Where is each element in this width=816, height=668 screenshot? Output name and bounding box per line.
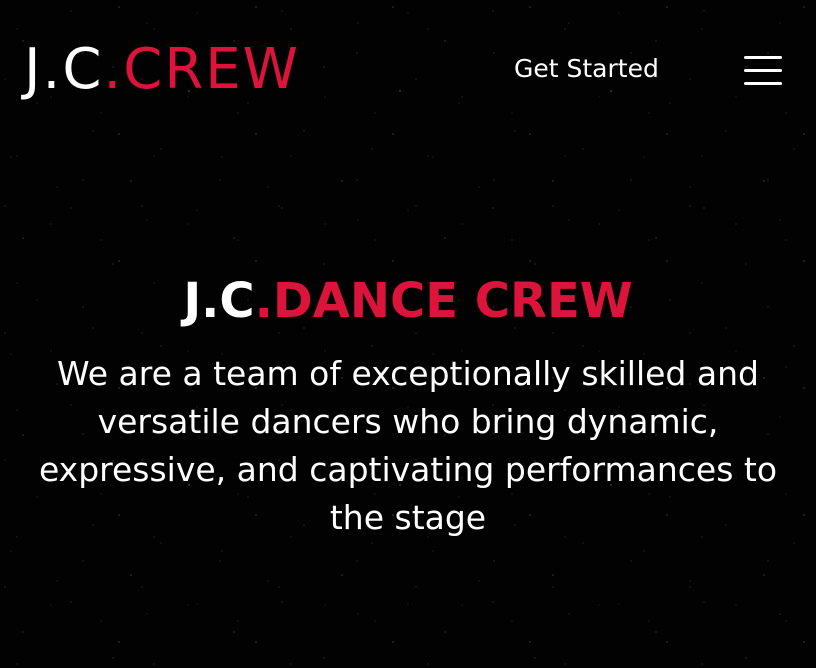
menu-line	[744, 69, 782, 72]
get-started-link[interactable]: Get Started	[514, 53, 659, 85]
hamburger-menu-icon[interactable]	[740, 50, 784, 90]
hero-description: We are a team of exceptionally skilled a…	[38, 354, 778, 537]
logo-text-accent: .CREW	[103, 37, 300, 102]
hero-title: J.C.DANCE CREW	[0, 270, 816, 332]
hero-title-accent: .DANCE CREW	[254, 273, 633, 329]
site-header: J.C.CREW Get Started	[0, 0, 816, 140]
menu-line	[744, 82, 782, 85]
hero-title-primary: J.C	[183, 273, 255, 329]
logo-text-primary: J.C	[24, 37, 104, 102]
site-logo[interactable]: J.C.CREW	[24, 40, 300, 100]
hero-section: J.C.DANCE CREW We are a team of exceptio…	[0, 270, 816, 542]
menu-line	[744, 56, 782, 59]
